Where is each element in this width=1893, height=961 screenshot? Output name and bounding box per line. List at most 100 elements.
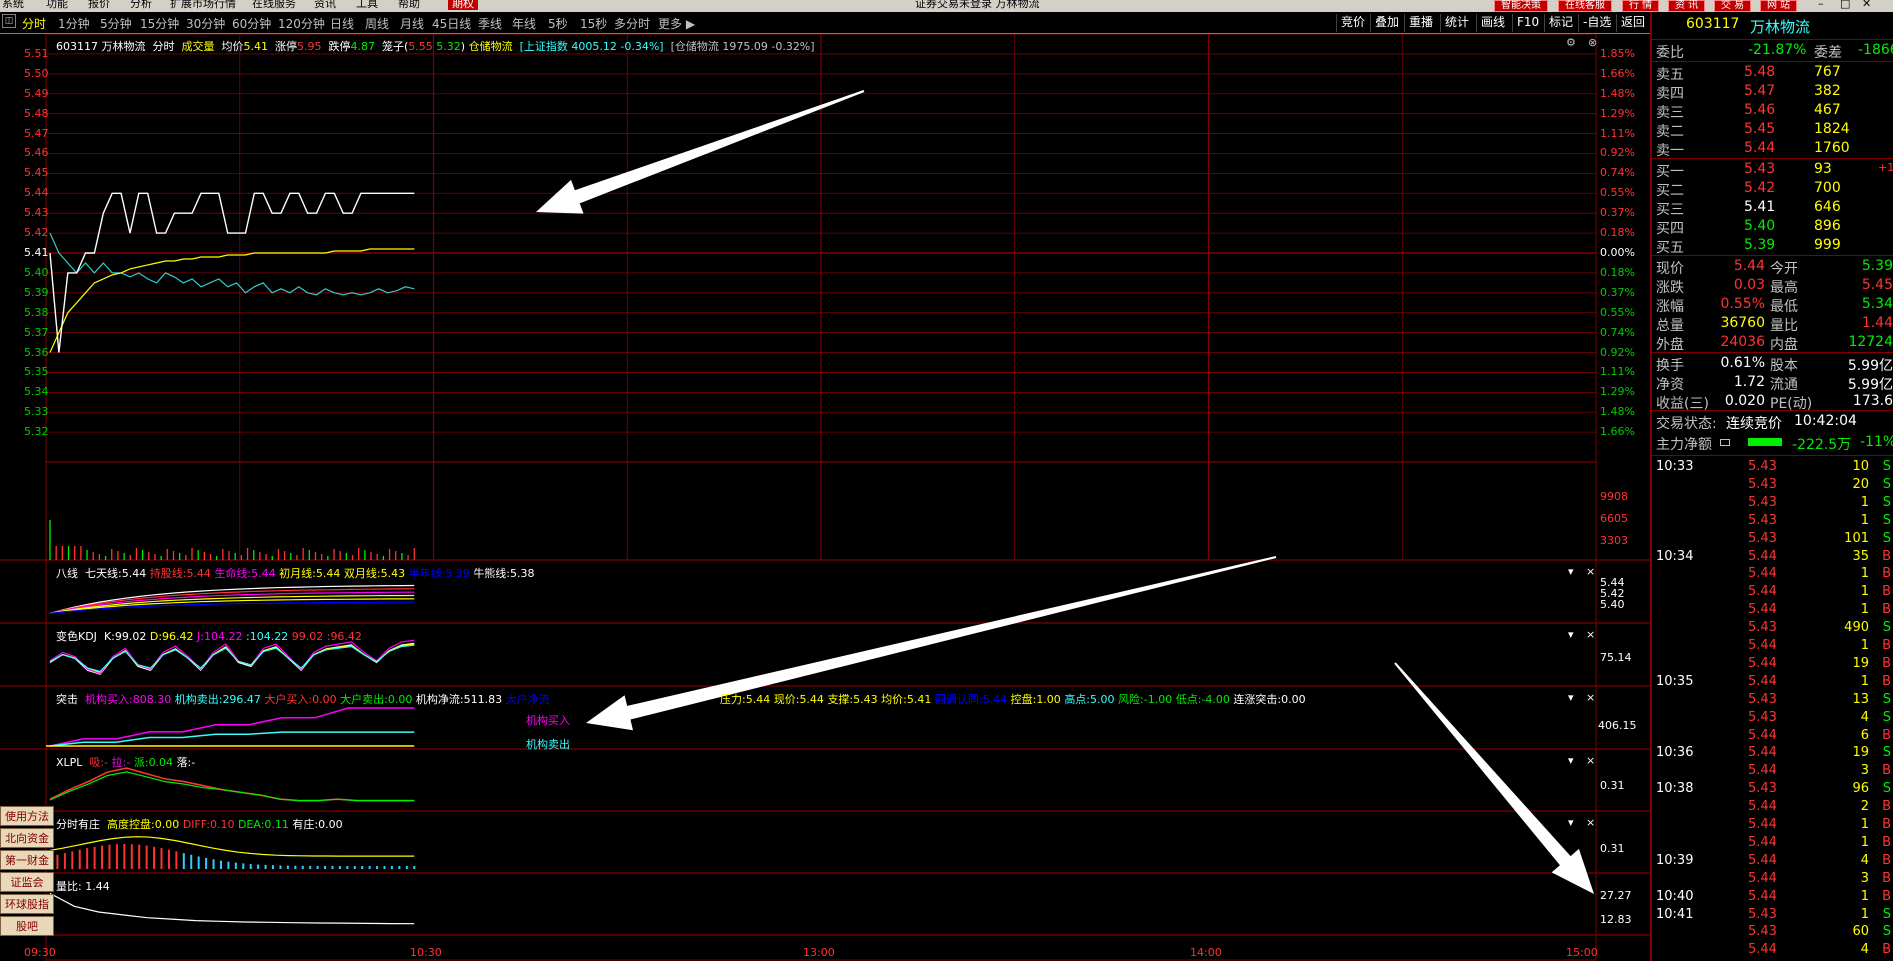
xlpl-item-value: 0.04 [148,756,174,769]
tool-back[interactable]: 返回 [1616,14,1649,32]
tab-period-8[interactable]: 周线 [365,15,389,32]
tab-period-6[interactable]: 120分钟 [278,15,325,32]
tuji2-item-value: -4.00 [1201,693,1230,706]
menu-system[interactable]: 系统 [2,0,24,10]
tool-mark[interactable]: 标记 [1544,14,1577,32]
tab-period-11[interactable]: 季线 [478,15,502,32]
bid-row[interactable]: 买三 5.41 646 [1652,198,1893,218]
bid-row[interactable]: 买五 5.39 999 [1652,236,1893,256]
side-global-index-button[interactable]: 环球股指 [0,894,54,914]
menu-help[interactable]: 帮助 [398,0,420,10]
tuji-close-icon[interactable]: × [1586,691,1595,704]
quote-button[interactable]: 行 情 [1622,0,1660,12]
tab-period-12[interactable]: 年线 [512,15,536,32]
tool-auction[interactable]: 竞价 [1336,14,1369,32]
side-first-finance-button[interactable]: 第一财金 [0,850,54,870]
quote-code: 603117 [1686,16,1740,32]
tick-direction: B [1882,852,1891,868]
stat-row: 涨跌 0.03 最高 5.45 [1652,276,1893,296]
intraday-chart-area: 603117 万林物流 分时 成交量 均价5.41 涨停5.95 跌停4.87 … [0,34,1650,961]
tab-period-3[interactable]: 15分钟 [140,15,179,32]
tuji2-item-value: 5.41 [906,693,932,706]
tool-remove-favorite[interactable]: -自选 [1578,14,1615,32]
menu-news[interactable]: 资讯 [314,0,336,10]
bax-dropdown-icon[interactable]: ▾ [1568,565,1574,578]
bid-row[interactable]: 买一 5.43 93 +1 [1652,160,1893,180]
minimize-icon[interactable]: – [1818,0,1824,10]
trade-button[interactable]: 交 易 [1714,0,1752,12]
tab-period-2[interactable]: 5分钟 [100,15,132,32]
percent-axis-label: 1.11% [1600,365,1635,379]
fsyz-dropdown-icon[interactable]: ▾ [1568,816,1574,829]
side-usage-button[interactable]: 使用方法 [0,806,54,826]
tool-f10[interactable]: F10 [1512,14,1543,32]
main-flow-row: 主力净额 -222.5万 -11% [1652,433,1893,453]
menu-function[interactable]: 功能 [46,0,68,10]
menu-options[interactable]: 期权 [448,0,478,10]
tab-period-4[interactable]: 30分钟 [186,15,225,32]
tool-overlay[interactable]: 叠加 [1370,14,1403,32]
tab-period-0[interactable]: 分时 [22,15,46,32]
bid-volume: 646 [1814,199,1841,215]
restore-icon[interactable]: □ [1840,0,1850,10]
tick-price: 5.44 [1748,566,1777,582]
tab-period-10[interactable]: 45日线 [432,15,471,32]
index-overlay[interactable]: [上证指数 4005.12 -0.34%] [520,40,664,53]
menu-quote[interactable]: 报价 [88,0,110,10]
tuji-dropdown-icon[interactable]: ▾ [1568,691,1574,704]
tab-period-1[interactable]: 1分钟 [58,15,90,32]
ask-row[interactable]: 卖三 5.46 467 [1652,101,1893,121]
flow-detail-icon[interactable] [1720,439,1730,446]
news-button[interactable]: 资 讯 [1668,0,1706,12]
bid-row[interactable]: 买四 5.40 896 [1652,217,1893,237]
percent-axis-label: 0.00% [1600,246,1635,259]
bax-close-icon[interactable]: × [1586,565,1595,578]
close-icon[interactable]: ✕ [1862,0,1871,10]
online-support-button[interactable]: 在线客服 [1558,0,1612,12]
sector-overlay[interactable]: [仓储物流 1975.09 -0.32%] [671,40,815,53]
tab-period-9[interactable]: 月线 [400,15,424,32]
menu-online-service[interactable]: 在线服务 [252,0,296,10]
side-northbound-button[interactable]: 北向资金 [0,828,54,848]
fsyz-close-icon[interactable]: × [1586,816,1595,829]
cage-label: 笼子( [382,40,409,53]
bid-volume: 93 [1814,161,1832,177]
tool-draw[interactable]: 画线 [1476,14,1509,32]
bax-item-label: 生命线: [214,567,252,580]
tick-time: 10:40 [1656,888,1694,904]
smart-decision-button[interactable]: 智能决策 [1494,0,1548,12]
tuji2-item-label: 控盘: [1010,693,1037,706]
side-csrc-button[interactable]: 证监会 [0,872,54,892]
ask-row[interactable]: 卖二 5.45 1824 [1652,120,1893,140]
menu-tools[interactable]: 工具 [356,0,378,10]
tab-period-5[interactable]: 60分钟 [232,15,271,32]
website-button[interactable]: 网 站 [1760,0,1798,12]
tab-period-7[interactable]: 日线 [330,15,354,32]
ask-row[interactable]: 卖一 5.44 1760 [1652,139,1893,159]
chart-close-icon[interactable]: ⊗ [1588,36,1597,49]
kdj-dropdown-icon[interactable]: ▾ [1568,628,1574,641]
tick-price: 5.43 [1748,691,1777,707]
ask-row[interactable]: 卖五 5.48 767 [1652,63,1893,83]
tab-period-14[interactable]: 15秒 [580,15,607,32]
menu-extended-market[interactable]: 扩展市场行情 [170,0,236,10]
menu-analysis[interactable]: 分析 [130,0,152,10]
tick-volume: 60 [1852,924,1869,940]
panel-toggle-icon[interactable]: ◫ [2,14,16,28]
tool-statistics[interactable]: 统计 [1440,14,1473,32]
xlpl-dropdown-icon[interactable]: ▾ [1568,754,1574,767]
tab-period-15[interactable]: 多分时 [614,15,650,32]
ask-row[interactable]: 卖四 5.47 382 [1652,82,1893,102]
tick-row: 10:40 5.44 1 B [1652,889,1893,907]
xlpl-close-icon[interactable]: × [1586,754,1595,767]
side-forum-button[interactable]: 股吧 [0,916,54,936]
bid-row[interactable]: 买二 5.42 700 [1652,179,1893,199]
fsyz-item-value: 0.00 [318,818,343,831]
kdj-close-icon[interactable]: × [1586,628,1595,641]
tick-direction: B [1882,655,1891,671]
tab-period-16[interactable]: 更多 ▶ [658,15,695,32]
chart-settings-icon[interactable]: ⚙ [1566,36,1576,49]
tool-replay[interactable]: 重播 [1404,14,1437,32]
tab-period-13[interactable]: 5秒 [548,15,568,32]
bax-panel-header: 八线 七天线:5.44 持股线:5.44 生命线:5.44 初月线:5.44 双… [56,565,535,581]
